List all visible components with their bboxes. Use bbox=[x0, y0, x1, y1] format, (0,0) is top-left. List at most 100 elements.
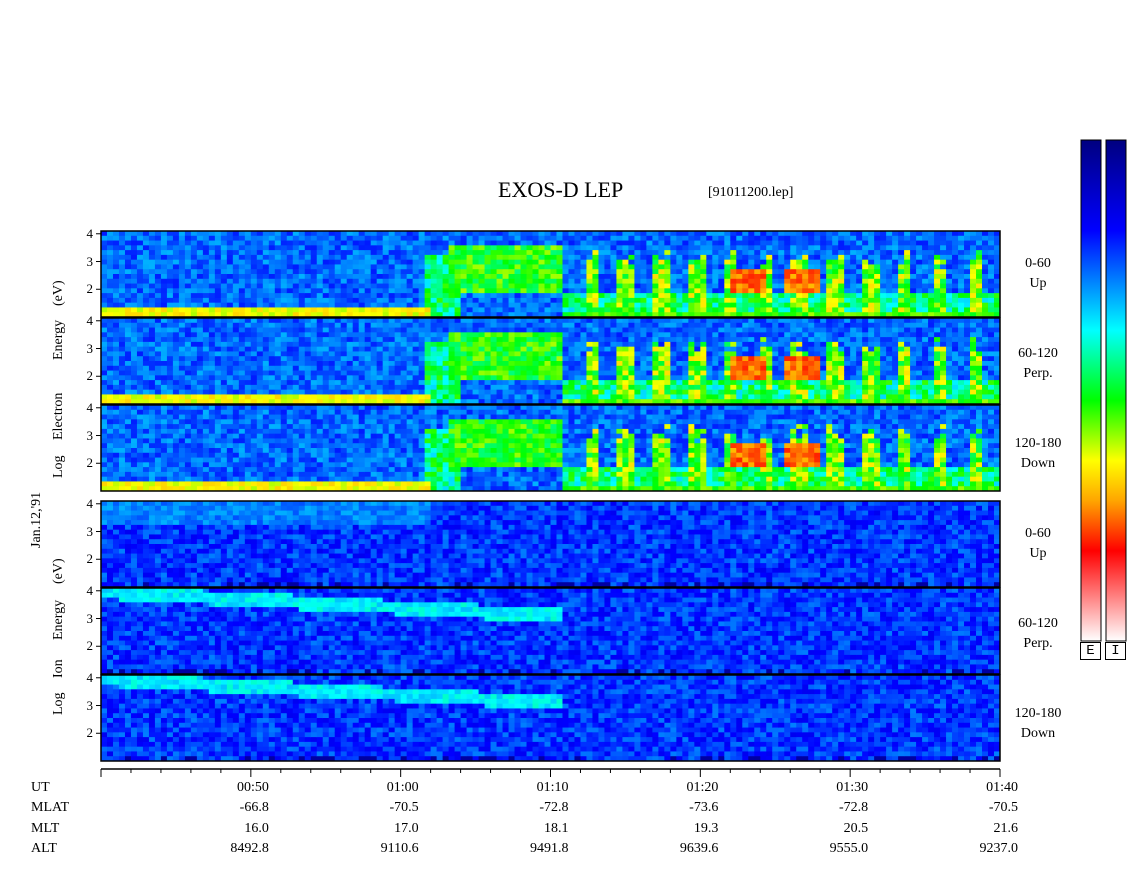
heatmap-cell bbox=[820, 332, 827, 338]
heatmap-cell bbox=[574, 394, 581, 400]
heatmap-cell bbox=[106, 259, 114, 265]
heatmap-cell bbox=[118, 235, 126, 242]
heatmap-cell bbox=[556, 307, 563, 313]
heatmap-cell bbox=[286, 370, 294, 376]
heatmap-cell bbox=[790, 361, 797, 367]
heatmap-cell bbox=[478, 365, 486, 372]
heatmap-cell bbox=[604, 250, 611, 256]
heatmap-cell bbox=[412, 332, 420, 338]
heatmap-cell bbox=[562, 240, 569, 246]
heatmap-cell bbox=[184, 384, 192, 391]
heatmap-cell bbox=[172, 269, 180, 275]
heatmap-cell bbox=[862, 302, 869, 308]
heatmap-cell bbox=[646, 259, 653, 265]
heatmap-cell bbox=[610, 389, 617, 395]
heatmap-cell bbox=[112, 341, 120, 348]
heatmap-cell bbox=[550, 235, 557, 242]
heatmap-cell bbox=[880, 231, 887, 237]
heatmap-cell bbox=[310, 235, 318, 242]
heatmap-cell bbox=[256, 384, 264, 391]
heatmap-cell bbox=[802, 250, 809, 256]
heatmap-cell bbox=[466, 380, 474, 386]
heatmap-cell bbox=[196, 332, 204, 338]
heatmap-cell bbox=[118, 361, 126, 367]
heatmap-cell bbox=[886, 250, 893, 256]
heatmap-cell bbox=[496, 245, 504, 251]
heatmap-cell bbox=[982, 302, 989, 308]
heatmap-cell bbox=[640, 346, 647, 352]
heatmap-cell bbox=[478, 327, 486, 333]
heatmap-cell bbox=[502, 337, 510, 343]
heatmap-cell bbox=[802, 337, 809, 343]
heatmap-cell bbox=[484, 297, 492, 304]
heatmap-cell bbox=[742, 254, 749, 261]
heatmap-cell bbox=[520, 274, 528, 280]
heatmap-cell bbox=[502, 346, 510, 352]
heatmap-cell bbox=[664, 259, 671, 265]
heatmap-cell bbox=[742, 327, 749, 333]
heatmap-cell bbox=[424, 240, 432, 246]
heatmap-cell bbox=[544, 356, 551, 362]
heatmap-cell bbox=[412, 297, 420, 304]
heatmap-cell bbox=[676, 351, 683, 357]
heatmap-cell bbox=[724, 351, 731, 357]
heatmap-cell bbox=[730, 341, 737, 348]
heatmap-cell bbox=[538, 240, 545, 246]
heatmap-cell bbox=[640, 356, 647, 362]
heatmap-cell bbox=[412, 288, 420, 294]
heatmap-cell bbox=[748, 322, 755, 329]
heatmap-cell bbox=[142, 231, 150, 237]
heatmap-cell bbox=[724, 361, 731, 367]
heatmap-cell bbox=[136, 375, 144, 381]
heatmap-cell bbox=[262, 327, 270, 333]
heatmap-cell bbox=[724, 293, 731, 299]
heatmap-cell bbox=[712, 231, 719, 237]
heatmap-cell bbox=[724, 269, 731, 275]
heatmap-cell bbox=[766, 307, 773, 313]
heatmap-cell bbox=[544, 389, 551, 395]
heatmap-cell bbox=[352, 384, 360, 391]
heatmap-cell bbox=[982, 283, 989, 289]
heatmap-cell bbox=[220, 259, 228, 265]
heatmap-cell bbox=[250, 318, 258, 324]
heatmap-cell bbox=[688, 375, 695, 381]
heatmap-cell bbox=[700, 240, 707, 246]
heatmap-cell bbox=[946, 278, 953, 285]
heatmap-cell bbox=[454, 361, 462, 367]
heatmap-cell bbox=[244, 235, 252, 242]
heatmap-cell bbox=[796, 375, 803, 381]
heatmap-cell bbox=[904, 274, 911, 280]
heatmap-cell bbox=[568, 370, 575, 376]
heatmap-cell bbox=[250, 361, 258, 367]
heatmap-cell bbox=[544, 235, 551, 242]
heatmap-cell bbox=[550, 375, 557, 381]
heatmap-cell bbox=[202, 322, 210, 329]
heatmap-cell bbox=[604, 307, 611, 313]
heatmap-cell bbox=[646, 337, 653, 343]
heatmap-cell bbox=[826, 327, 833, 333]
heatmap-cell bbox=[400, 341, 408, 348]
heatmap-cell bbox=[184, 250, 192, 256]
heatmap-cell bbox=[682, 384, 689, 391]
heatmap-cell bbox=[742, 288, 749, 294]
heatmap-cell bbox=[796, 269, 803, 275]
heatmap-cell bbox=[178, 365, 186, 372]
heatmap-cell bbox=[670, 274, 677, 280]
heatmap-cell bbox=[514, 384, 522, 391]
heatmap-cell bbox=[442, 341, 450, 348]
heatmap-cell bbox=[112, 307, 120, 313]
heatmap-cell bbox=[952, 245, 959, 251]
heatmap-cell bbox=[664, 235, 671, 242]
heatmap-cell bbox=[544, 370, 551, 376]
heatmap-cell bbox=[316, 341, 324, 348]
heatmap-cell bbox=[850, 394, 857, 400]
heatmap-cell bbox=[328, 259, 336, 265]
heatmap-cell bbox=[556, 254, 563, 261]
heatmap-cell bbox=[952, 274, 959, 280]
heatmap-cell bbox=[586, 356, 593, 362]
heatmap-cell bbox=[976, 297, 983, 304]
heatmap-cell bbox=[592, 384, 599, 391]
heatmap-cell bbox=[394, 231, 402, 237]
heatmap-cell bbox=[700, 375, 707, 381]
heatmap-cell bbox=[442, 370, 450, 376]
